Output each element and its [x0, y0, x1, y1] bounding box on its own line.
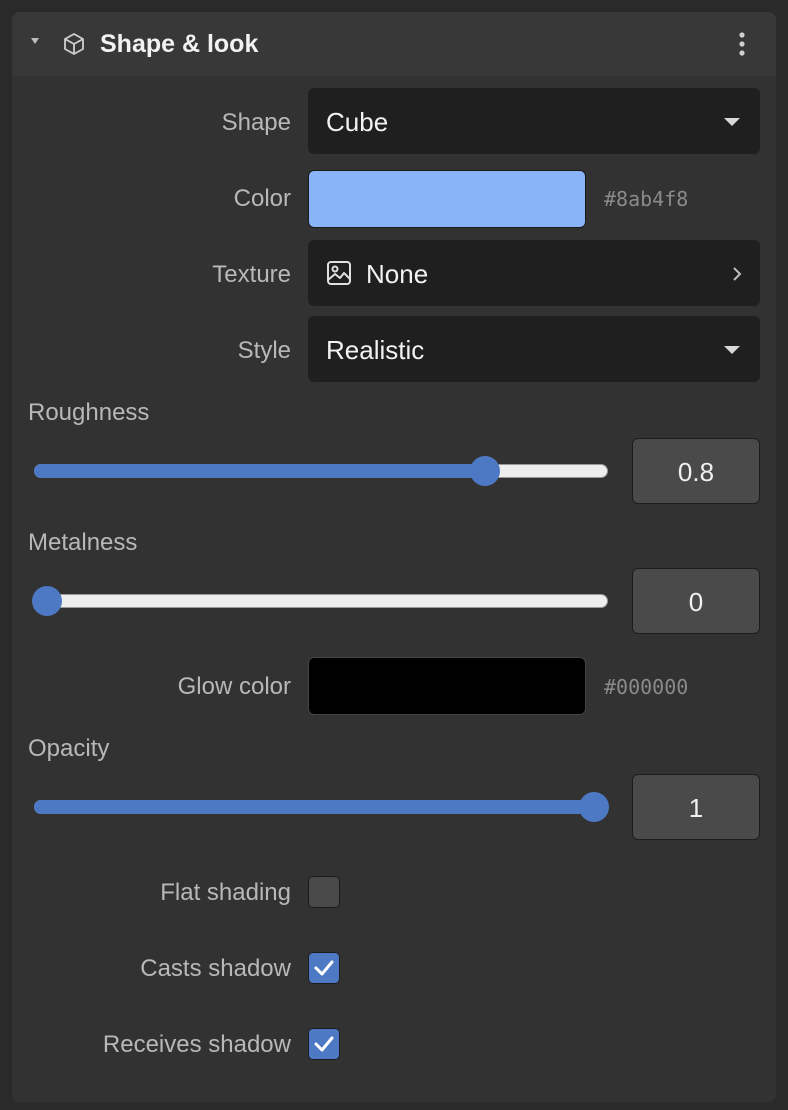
image-icon — [327, 261, 351, 285]
roughness-value: 0.8 — [677, 457, 715, 487]
more-vertical-icon[interactable] — [730, 30, 754, 58]
casts-shadow-checkbox[interactable] — [308, 952, 340, 984]
glow-color-label: Glow color — [177, 673, 291, 700]
glow-color-swatch[interactable] — [308, 657, 586, 715]
metalness-value: 0 — [688, 587, 704, 617]
metalness-label: Metalness — [28, 529, 138, 556]
color-label: Color — [233, 185, 291, 212]
panel-title: Shape & look — [100, 30, 259, 58]
flat-shading-checkbox[interactable] — [308, 876, 340, 908]
casts-shadow-label: Casts shadow — [140, 955, 291, 982]
checkmark-icon — [314, 960, 334, 976]
chevron-down-icon — [724, 118, 740, 126]
roughness-input[interactable]: 0.8 — [632, 438, 760, 504]
roughness-slider[interactable] — [32, 452, 612, 492]
style-value: Realistic — [326, 335, 425, 365]
opacity-slider[interactable] — [32, 788, 612, 828]
texture-label: Texture — [212, 261, 291, 288]
shape-look-panel: Shape & look Shape Cube Color #8ab4f8 Te… — [12, 12, 776, 1102]
shape-value: Cube — [326, 107, 389, 137]
slider-fill — [34, 464, 485, 478]
checkmark-icon — [314, 1036, 334, 1052]
chevron-down-icon — [724, 346, 740, 354]
texture-value: None — [366, 259, 429, 289]
metalness-slider[interactable] — [32, 582, 612, 622]
receives-shadow-label: Receives shadow — [102, 1031, 291, 1058]
chevron-right-icon — [733, 267, 742, 281]
shape-select[interactable]: Cube — [308, 88, 760, 154]
slider-track — [34, 594, 608, 608]
style-select[interactable]: Realistic — [308, 316, 760, 382]
glow-color-hex: #000000 — [604, 675, 689, 699]
color-swatch[interactable] — [308, 170, 586, 228]
receives-shadow-checkbox[interactable] — [308, 1028, 340, 1060]
collapse-triangle-icon[interactable] — [30, 36, 40, 46]
texture-picker[interactable]: None — [308, 240, 760, 306]
style-label: Style — [237, 337, 291, 364]
slider-thumb[interactable] — [32, 586, 62, 616]
cube-icon — [64, 33, 84, 55]
roughness-label: Roughness — [28, 399, 150, 426]
opacity-input[interactable]: 1 — [632, 774, 760, 840]
opacity-label: Opacity — [28, 735, 110, 762]
color-hex: #8ab4f8 — [604, 187, 689, 211]
shape-label: Shape — [221, 109, 291, 136]
slider-fill — [34, 800, 594, 814]
slider-thumb[interactable] — [469, 456, 500, 486]
panel-header[interactable]: Shape & look — [12, 12, 776, 76]
opacity-value: 1 — [688, 793, 704, 823]
slider-thumb[interactable] — [579, 792, 609, 822]
metalness-input[interactable]: 0 — [632, 568, 760, 634]
flat-shading-label: Flat shading — [160, 879, 291, 906]
